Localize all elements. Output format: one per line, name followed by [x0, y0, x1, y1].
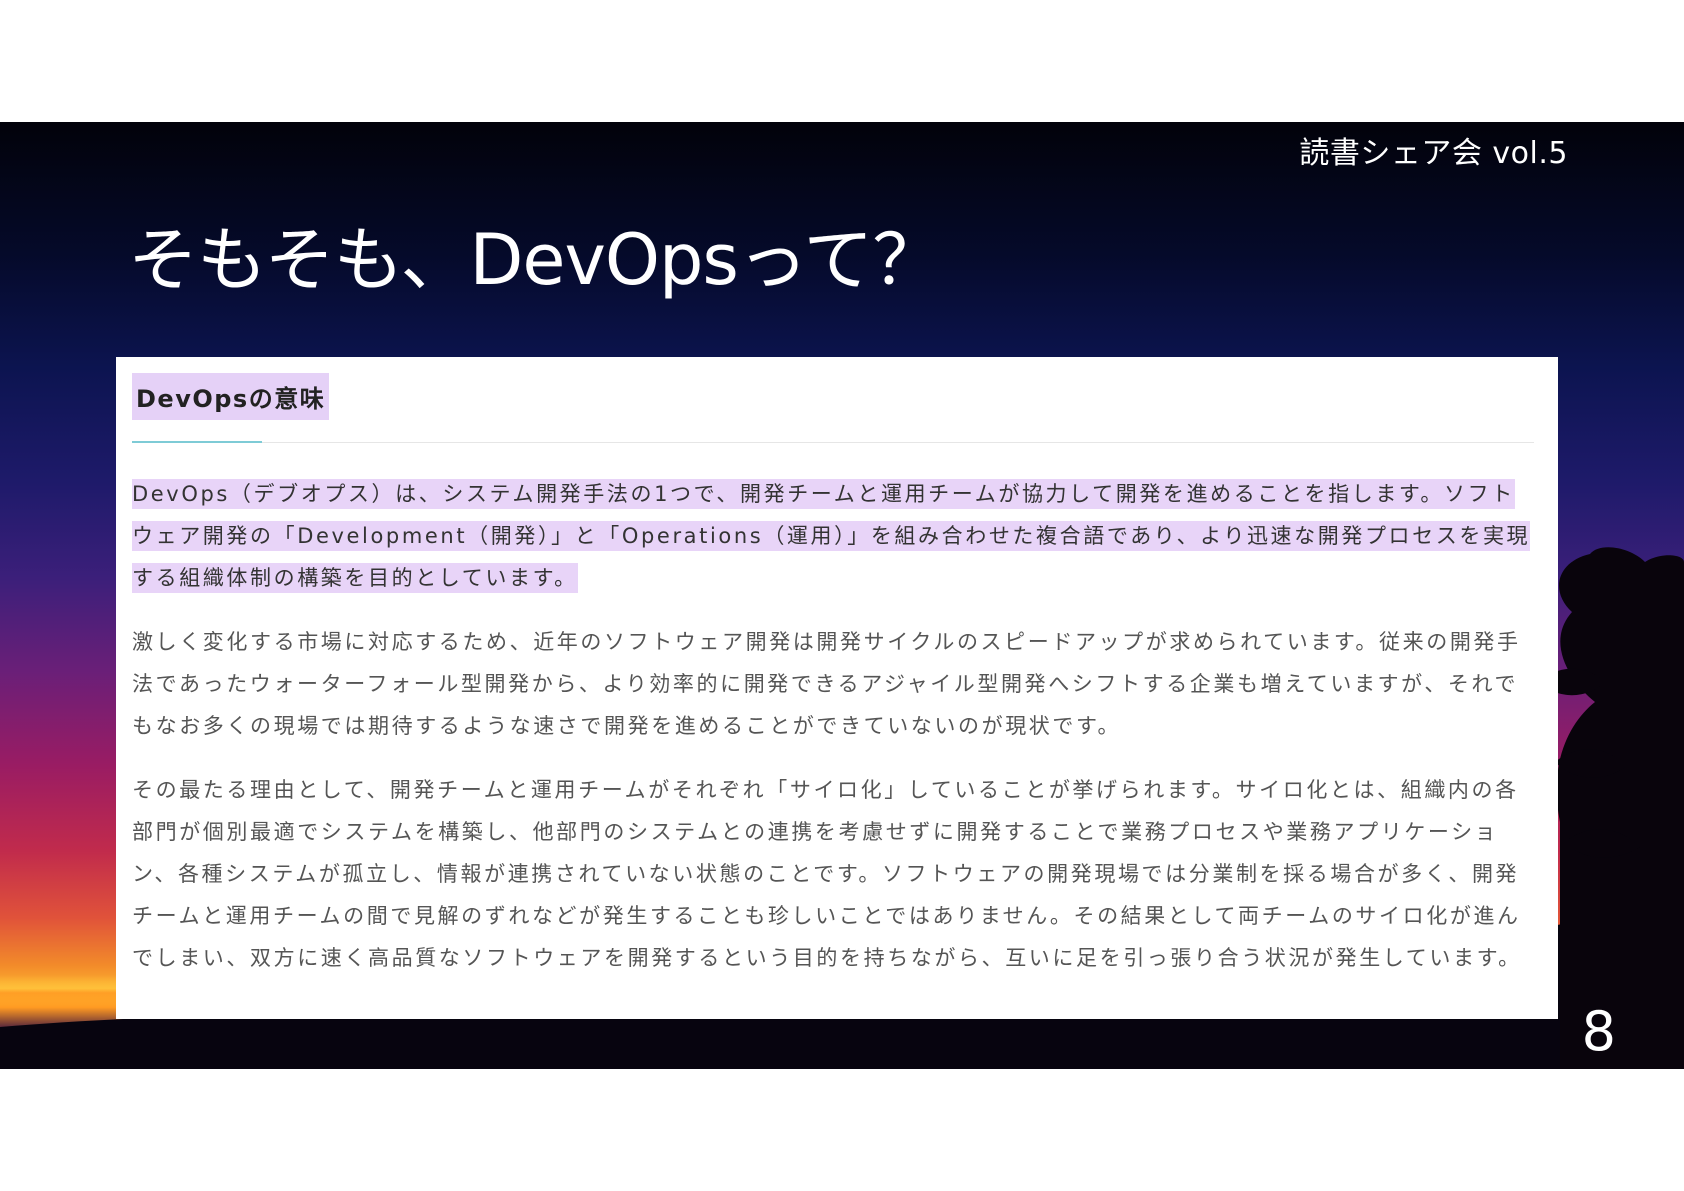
section-heading: DevOpsの意味 [132, 373, 330, 420]
event-label: 読書シェア会 vol.5 [1299, 136, 1568, 171]
paragraph-background: 激しく変化する市場に対応するため、近年のソフトウェア開発は開発サイクルのスピード… [132, 630, 1521, 738]
page: 読書シェア会 vol.5 そもそも、DevOpsって？ DevOpsの意味 De… [0, 0, 1684, 1191]
paragraph-definition: DevOps（デブオプス）は、システム開発手法の1つで、開発チームと運用チームが… [132, 473, 1534, 599]
highlighted-text: DevOps（デブオプス）は、システム開発手法の1つで、開発チームと運用チームが… [132, 479, 1531, 593]
paragraph-silo: その最たる理由として、開発チームと運用チームがそれぞれ「サイロ化」していることが… [132, 778, 1522, 970]
slide-title: そもそも、DevOpsって？ [128, 219, 942, 301]
page-number: 8 [1581, 1000, 1616, 1063]
article-screenshot-card: DevOpsの意味 DevOps（デブオプス）は、システム開発手法の1つで、開発… [116, 357, 1558, 1019]
heading-divider [132, 441, 1534, 443]
